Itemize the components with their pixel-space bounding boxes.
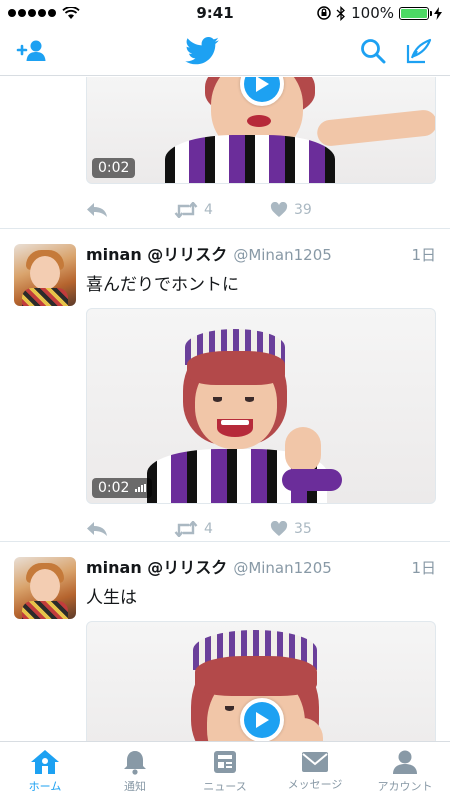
tab-messages[interactable]: メッセージ <box>270 742 360 800</box>
compose-button[interactable] <box>402 34 436 68</box>
tweet-video[interactable]: 0:02 <box>86 308 436 504</box>
signal-strength-icon <box>8 9 56 17</box>
retweet-button[interactable]: 4 <box>174 521 270 537</box>
video-duration: 0:02 <box>92 478 153 498</box>
reply-button[interactable] <box>86 521 174 537</box>
twitter-bird-icon <box>185 36 219 64</box>
tab-label: 通知 <box>124 779 146 793</box>
tweet-video[interactable] <box>86 621 436 741</box>
reply-icon <box>87 203 107 217</box>
compose-icon <box>406 38 432 63</box>
tweet-card[interactable]: minan @リリスク @Minan1205 1日 喜んだりでホントに 0:02 <box>0 229 450 542</box>
battery-percent: 100% <box>351 4 394 22</box>
reply-icon <box>87 522 107 536</box>
tweet-text: 喜んだりでホントに <box>86 275 239 295</box>
search-icon <box>361 38 386 63</box>
reply-button[interactable] <box>86 202 174 218</box>
add-user-button[interactable] <box>14 34 48 68</box>
tweet-header: minan @リリスク @Minan1205 1日 <box>86 554 436 578</box>
news-icon <box>214 750 236 773</box>
tweet-text: 人生は <box>86 588 137 608</box>
author-name[interactable]: minan @リリスク <box>86 554 227 578</box>
add-user-icon <box>16 40 46 61</box>
status-time: 9:41 <box>196 4 234 22</box>
nav-right-group <box>356 34 436 68</box>
tab-label: メッセージ <box>287 777 343 791</box>
play-icon <box>256 712 269 728</box>
like-button[interactable]: 35 <box>270 521 312 537</box>
play-button[interactable] <box>240 698 284 741</box>
bottom-tab-bar: ホーム 通知 ニュース メッセージ アカウント <box>0 741 450 800</box>
top-navigation-bar <box>0 26 450 76</box>
avatar[interactable] <box>14 244 76 306</box>
author-name[interactable]: minan @リリスク <box>86 241 227 265</box>
author-handle[interactable]: @Minan1205 <box>233 559 332 577</box>
like-count: 35 <box>294 521 312 537</box>
person-icon <box>393 750 417 774</box>
avatar[interactable] <box>14 557 76 619</box>
envelope-icon <box>302 751 328 772</box>
tab-account[interactable]: アカウント <box>360 742 450 800</box>
tweet-actions: 4 39 <box>86 192 436 228</box>
like-count: 39 <box>294 202 312 218</box>
search-button[interactable] <box>356 34 390 68</box>
retweet-icon <box>174 521 198 537</box>
volume-bars-icon <box>135 484 147 492</box>
video-duration: 0:02 <box>92 158 136 178</box>
retweet-icon <box>174 202 198 218</box>
retweet-button[interactable]: 4 <box>174 202 270 218</box>
tab-notifications[interactable]: 通知 <box>90 742 180 800</box>
tab-home[interactable]: ホーム <box>0 742 90 800</box>
heart-icon <box>270 521 288 536</box>
tweet-card[interactable]: 0:02 4 39 <box>0 77 450 229</box>
home-icon <box>31 749 59 774</box>
author-handle[interactable]: @Minan1205 <box>233 246 332 264</box>
tab-label: ホーム <box>28 779 62 793</box>
wifi-icon <box>62 6 80 19</box>
tweet-header: minan @リリスク @Minan1205 1日 <box>86 241 436 265</box>
rotation-lock-icon <box>317 6 331 20</box>
retweet-count: 4 <box>204 521 213 537</box>
retweet-count: 4 <box>204 202 213 218</box>
tab-label: アカウント <box>377 779 433 793</box>
bell-icon <box>124 750 146 775</box>
bluetooth-icon <box>336 5 346 21</box>
battery-level <box>401 8 427 18</box>
status-bar: 9:41 100% <box>0 0 450 26</box>
heart-icon <box>270 202 288 217</box>
like-button[interactable]: 39 <box>270 202 312 218</box>
tweet-video[interactable]: 0:02 <box>86 77 436 184</box>
tweet-timestamp: 1日 <box>411 559 436 577</box>
tweet-card[interactable]: minan @リリスク @Minan1205 1日 人生は <box>0 542 450 741</box>
charging-icon <box>434 6 442 20</box>
tweet-timestamp: 1日 <box>411 246 436 264</box>
twitter-logo[interactable] <box>182 34 222 68</box>
battery-icon <box>399 6 432 20</box>
tab-news[interactable]: ニュース <box>180 742 270 800</box>
play-icon <box>256 77 269 92</box>
timeline-feed[interactable]: 0:02 4 39 minan @リリスク @Minan1205 1日 喜んだり… <box>0 77 450 741</box>
tab-label: ニュース <box>203 779 247 793</box>
